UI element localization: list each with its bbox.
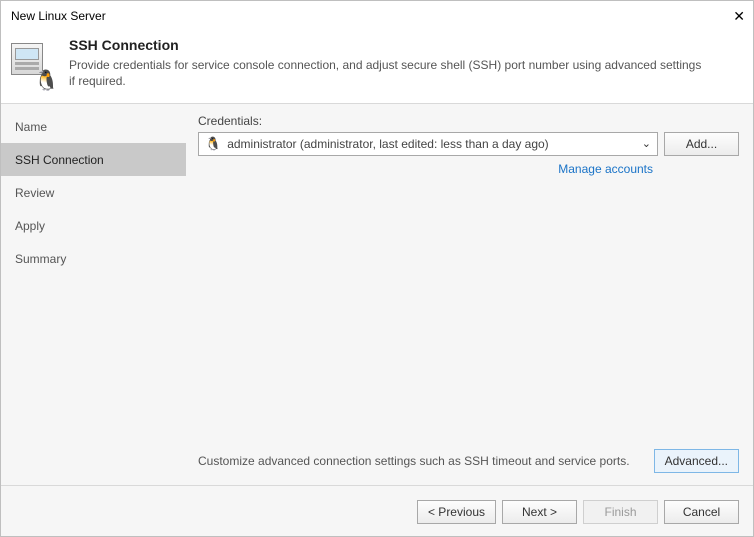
penguin-icon: 🐧 xyxy=(205,136,221,152)
wizard-window: New Linux Server ✕ 🐧 SSH Connection Prov… xyxy=(0,0,754,537)
cancel-button-label: Cancel xyxy=(683,505,720,519)
sidebar-item-apply[interactable]: Apply xyxy=(1,209,186,242)
advanced-button[interactable]: Advanced... xyxy=(654,449,739,473)
finish-button: Finish xyxy=(583,500,658,524)
add-button-label: Add... xyxy=(686,137,717,151)
sidebar-item-summary[interactable]: Summary xyxy=(1,242,186,275)
credentials-select[interactable]: 🐧 administrator (administrator, last edi… xyxy=(198,132,658,156)
step-sidebar: Name SSH Connection Review Apply Summary xyxy=(1,104,186,485)
previous-button[interactable]: < Previous xyxy=(417,500,496,524)
wizard-footer: < Previous Next > Finish Cancel xyxy=(1,486,753,536)
sidebar-item-label: SSH Connection xyxy=(15,153,104,167)
next-button[interactable]: Next > xyxy=(502,500,577,524)
wizard-body: Name SSH Connection Review Apply Summary… xyxy=(1,104,753,485)
sidebar-item-label: Apply xyxy=(15,219,45,233)
add-button[interactable]: Add... xyxy=(664,132,739,156)
main-panel: Credentials: 🐧 administrator (administra… xyxy=(186,104,753,485)
window-title: New Linux Server xyxy=(11,9,106,23)
sidebar-item-label: Review xyxy=(15,186,54,200)
next-button-label: Next > xyxy=(522,505,557,519)
previous-button-label: < Previous xyxy=(428,505,485,519)
sidebar-item-name[interactable]: Name xyxy=(1,110,186,143)
cancel-button[interactable]: Cancel xyxy=(664,500,739,524)
server-linux-icon: 🐧 xyxy=(11,41,55,85)
sidebar-item-ssh-connection[interactable]: SSH Connection xyxy=(1,143,186,176)
credentials-selected-text: administrator (administrator, last edite… xyxy=(227,137,549,151)
header-text: SSH Connection Provide credentials for s… xyxy=(69,37,709,89)
finish-button-label: Finish xyxy=(604,505,636,519)
credentials-row: 🐧 administrator (administrator, last edi… xyxy=(198,132,739,156)
credentials-label: Credentials: xyxy=(198,114,739,128)
chevron-down-icon: ⌄ xyxy=(642,137,651,150)
sidebar-item-label: Summary xyxy=(15,252,66,266)
step-description: Provide credentials for service console … xyxy=(69,57,709,89)
advanced-hint: Customize advanced connection settings s… xyxy=(198,454,630,468)
advanced-button-label: Advanced... xyxy=(665,454,728,468)
step-title: SSH Connection xyxy=(69,37,709,53)
sidebar-item-review[interactable]: Review xyxy=(1,176,186,209)
advanced-row: Customize advanced connection settings s… xyxy=(198,441,739,473)
close-icon[interactable]: ✕ xyxy=(705,8,745,25)
titlebar: New Linux Server ✕ xyxy=(1,1,753,31)
sidebar-item-label: Name xyxy=(15,120,47,134)
wizard-header: 🐧 SSH Connection Provide credentials for… xyxy=(1,31,753,103)
manage-accounts-label: Manage accounts xyxy=(558,162,653,176)
manage-accounts-link[interactable]: Manage accounts xyxy=(198,162,739,176)
